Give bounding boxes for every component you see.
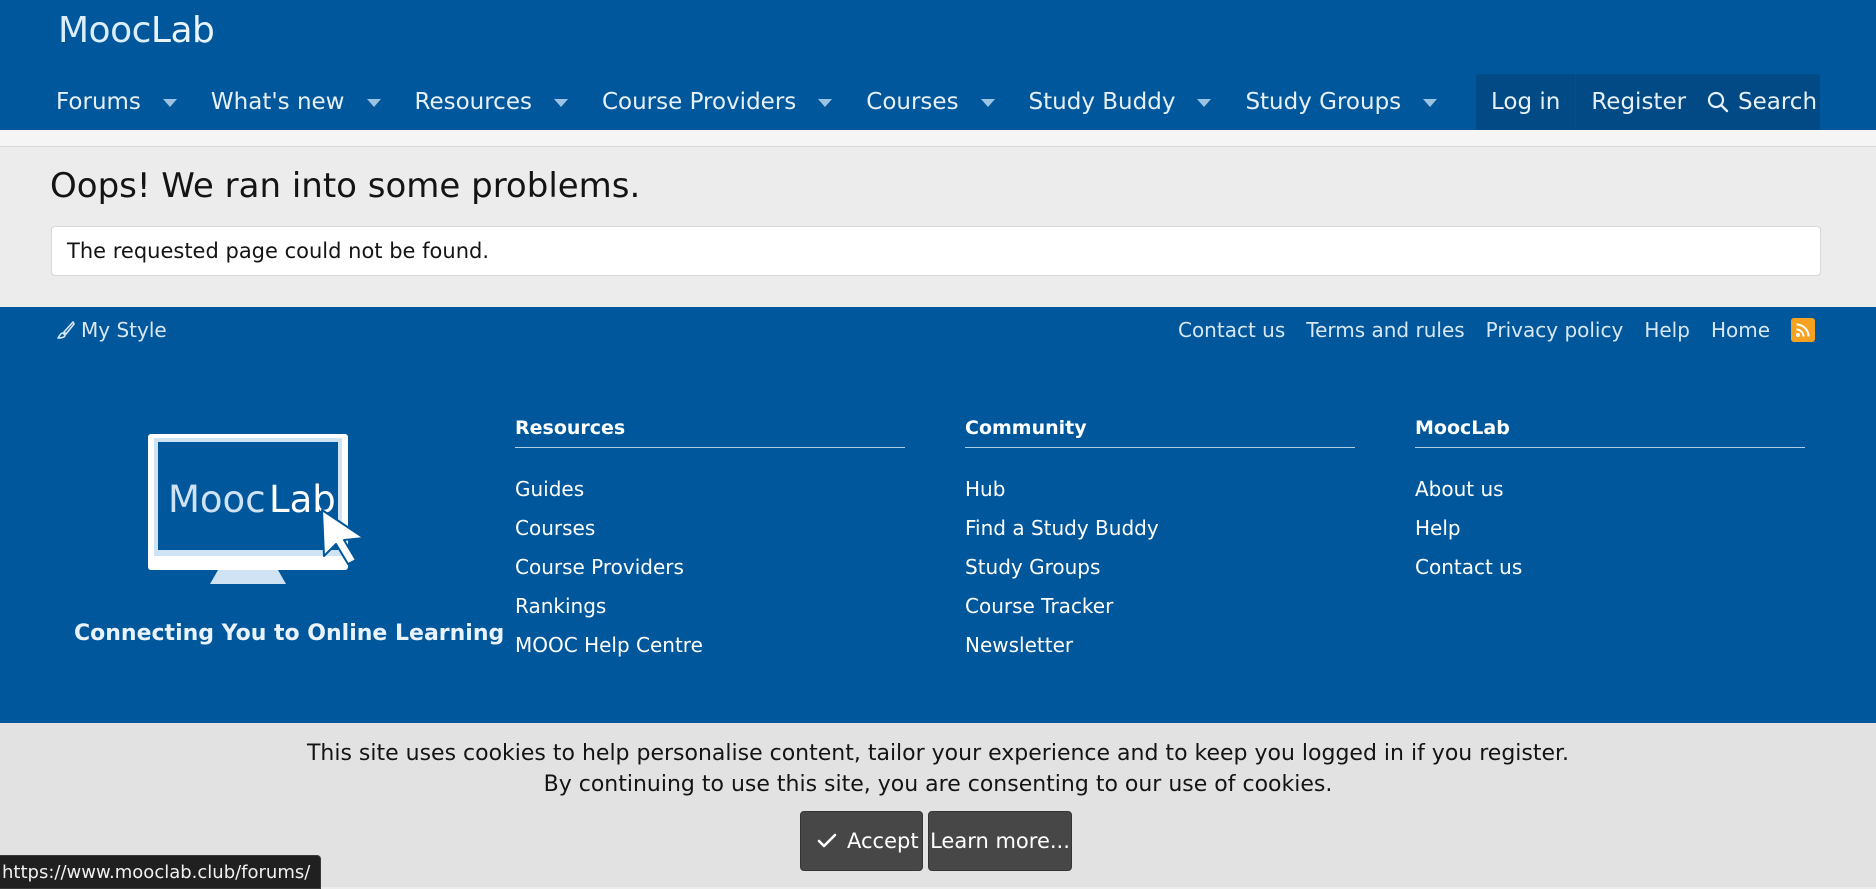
main-nav: Forums What's new Resources Course Provi… <box>56 74 1471 130</box>
login-link[interactable]: Log in <box>1476 74 1575 130</box>
footer-link-guides[interactable]: Guides <box>515 470 905 509</box>
nav-study-groups-label: Study Groups <box>1245 89 1402 115</box>
logo-text-mooc: Mooc <box>58 10 151 51</box>
footer-link-rankings[interactable]: Rankings <box>515 587 905 626</box>
chevron-down-icon[interactable] <box>1423 99 1438 107</box>
rss-glyph <box>1796 323 1810 337</box>
logo-text-lab: Lab <box>150 10 215 51</box>
breadcrumb-strip <box>0 130 1876 147</box>
chevron-down-icon[interactable] <box>818 99 833 107</box>
checkmark-icon <box>817 833 837 848</box>
search-icon <box>1707 91 1729 113</box>
nav-courses[interactable]: Courses <box>866 89 995 115</box>
logo-monitor-text-mooc: Mooc <box>168 478 266 521</box>
site-header: MoocLab Forums What's new Resources Cour… <box>0 0 1876 130</box>
search-button[interactable]: Search <box>1690 74 1820 130</box>
error-message-box: The requested page could not be found. <box>51 226 1821 276</box>
paintbrush-icon <box>57 321 75 339</box>
footer-link-help-col[interactable]: Help <box>1415 509 1805 548</box>
cookie-text-line2: By continuing to use this site, you are … <box>543 772 1333 797</box>
footer-col-community: Community Hub Find a Study Buddy Study G… <box>965 417 1355 665</box>
chevron-down-icon[interactable] <box>553 99 568 107</box>
footer-link-help[interactable]: Help <box>1644 318 1690 342</box>
footer-col-heading: MoocLab <box>1415 417 1805 448</box>
learn-more-label: Learn more... <box>930 829 1070 853</box>
footer-link-privacy[interactable]: Privacy policy <box>1486 318 1624 342</box>
footer-link-mooc-help-centre[interactable]: MOOC Help Centre <box>515 626 905 665</box>
footer-link-newsletter[interactable]: Newsletter <box>965 626 1355 665</box>
footer-col-heading: Resources <box>515 417 905 448</box>
footer-link-terms[interactable]: Terms and rules <box>1306 318 1464 342</box>
chevron-down-icon[interactable] <box>366 99 381 107</box>
register-link[interactable]: Register <box>1576 74 1701 130</box>
accept-cookies-button[interactable]: Accept <box>800 811 923 871</box>
footer-col-heading: Community <box>965 417 1355 448</box>
footer-link-find-study-buddy[interactable]: Find a Study Buddy <box>965 509 1355 548</box>
cookie-text-line1: This site uses cookies to help personali… <box>306 741 1570 766</box>
nav-courses-label: Courses <box>866 89 959 115</box>
footer-link-course-providers[interactable]: Course Providers <box>515 548 905 587</box>
footer-link-contact-us-col[interactable]: Contact us <box>1415 548 1805 587</box>
footer-link-study-groups[interactable]: Study Groups <box>965 548 1355 587</box>
nav-study-buddy-label: Study Buddy <box>1028 89 1176 115</box>
error-message: The requested page could not be found. <box>67 239 490 263</box>
page-title: Oops! We ran into some problems. <box>50 166 641 206</box>
nav-whats-new-label: What's new <box>210 89 345 115</box>
footer-col-mooclab: MoocLab About us Help Contact us <box>1415 417 1805 587</box>
accept-label: Accept <box>847 829 919 853</box>
learn-more-button[interactable]: Learn more... <box>928 811 1072 871</box>
footer-link-course-tracker[interactable]: Course Tracker <box>965 587 1355 626</box>
nav-forums-label: Forums <box>56 89 141 115</box>
account-links: Log in Register <box>1476 74 1702 130</box>
footer-link-contact[interactable]: Contact us <box>1178 318 1285 342</box>
site-footer: My Style Contact us Terms and rules Priv… <box>0 307 1876 723</box>
footer-tagline: Connecting You to Online Learning <box>74 621 505 646</box>
style-chooser-link[interactable]: My Style <box>56 318 167 342</box>
footer-link-hub[interactable]: Hub <box>965 470 1355 509</box>
mooclab-monitor-logo: Mooc Lab <box>148 434 365 584</box>
nav-course-providers-label: Course Providers <box>601 89 797 115</box>
chevron-down-icon[interactable] <box>162 99 177 107</box>
nav-resources[interactable]: Resources <box>415 89 568 115</box>
footer-links: Contact us Terms and rules Privacy polic… <box>1157 318 1815 342</box>
search-label: Search <box>1738 89 1818 115</box>
nav-forums[interactable]: Forums <box>56 89 177 115</box>
footer-link-courses[interactable]: Courses <box>515 509 905 548</box>
nav-resources-label: Resources <box>414 89 532 115</box>
style-chooser-label: My Style <box>81 318 167 342</box>
status-bar-url: https://www.mooclab.club/forums/ <box>0 855 322 889</box>
chevron-down-icon[interactable] <box>980 99 995 107</box>
site-logo[interactable]: MoocLab <box>58 10 215 51</box>
nav-whats-new[interactable]: What's new <box>211 89 381 115</box>
footer-link-about-us[interactable]: About us <box>1415 470 1805 509</box>
nav-study-groups[interactable]: Study Groups <box>1245 89 1438 115</box>
nav-study-buddy[interactable]: Study Buddy <box>1029 89 1212 115</box>
rss-icon[interactable] <box>1791 318 1815 342</box>
nav-course-providers[interactable]: Course Providers <box>601 89 833 115</box>
footer-col-resources: Resources Guides Courses Course Provider… <box>515 417 905 665</box>
footer-link-home[interactable]: Home <box>1711 318 1770 342</box>
chevron-down-icon[interactable] <box>1197 99 1212 107</box>
